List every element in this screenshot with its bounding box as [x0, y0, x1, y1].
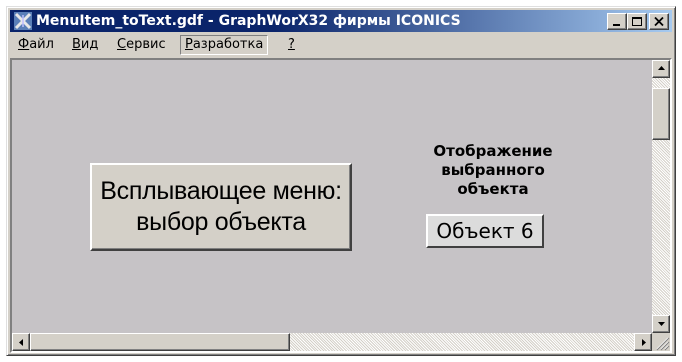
maximize-button[interactable] — [627, 13, 647, 30]
vertical-scroll-thumb[interactable] — [652, 88, 670, 140]
window-title: MenuItem_toText.gdf - GraphWorX32 фирмы … — [36, 13, 461, 29]
arrow-up-icon — [658, 66, 665, 70]
close-icon — [654, 16, 664, 27]
popup-menu-label-line2: выбор объекта — [136, 208, 306, 236]
menu-help[interactable]: ? — [284, 36, 299, 54]
close-button[interactable] — [649, 13, 669, 30]
scroll-up-button[interactable] — [652, 60, 670, 78]
menu-development[interactable]: Разработка — [180, 35, 269, 55]
scroll-left-button[interactable] — [12, 333, 30, 351]
menu-view[interactable]: Вид — [68, 36, 102, 54]
selected-object-caption: Отображение выбранного объекта — [412, 142, 574, 199]
scroll-down-button[interactable] — [652, 315, 670, 333]
menu-bar: Файл Вид Сервис Разработка ? — [10, 34, 672, 56]
horizontal-scroll-thumb[interactable] — [30, 333, 290, 351]
arrow-down-icon — [658, 322, 665, 326]
vertical-scrollbar[interactable] — [652, 60, 670, 333]
caption-line3: объекта — [457, 180, 529, 198]
menu-service[interactable]: Сервис — [113, 36, 170, 54]
horizontal-scrollbar[interactable] — [12, 333, 652, 351]
title-bar[interactable]: MenuItem_toText.gdf - GraphWorX32 фирмы … — [10, 10, 672, 32]
minimize-button[interactable] — [607, 13, 627, 30]
popup-menu-button[interactable]: Всплывающее меню: выбор объекта — [90, 163, 352, 251]
maximize-icon — [632, 17, 642, 26]
menu-file[interactable]: Файл — [14, 36, 58, 54]
app-icon — [14, 12, 32, 30]
scroll-right-button[interactable] — [634, 333, 652, 351]
minimize-icon — [613, 24, 620, 26]
resize-grip-icon — [656, 337, 670, 351]
caption-line2: выбранного — [441, 161, 545, 179]
app-window: MenuItem_toText.gdf - GraphWorX32 фирмы … — [6, 6, 676, 356]
document-area: Всплывающее меню: выбор объекта Отображе… — [10, 58, 672, 353]
graphics-canvas[interactable]: Всплывающее меню: выбор объекта Отображе… — [12, 60, 652, 333]
caption-line1: Отображение — [433, 142, 553, 160]
popup-menu-label-line1: Всплывающее меню: — [100, 177, 342, 205]
arrow-left-icon — [19, 339, 23, 346]
arrow-right-icon — [642, 339, 646, 346]
selected-object-display: Объект 6 — [426, 214, 544, 248]
size-grip[interactable] — [652, 333, 670, 351]
